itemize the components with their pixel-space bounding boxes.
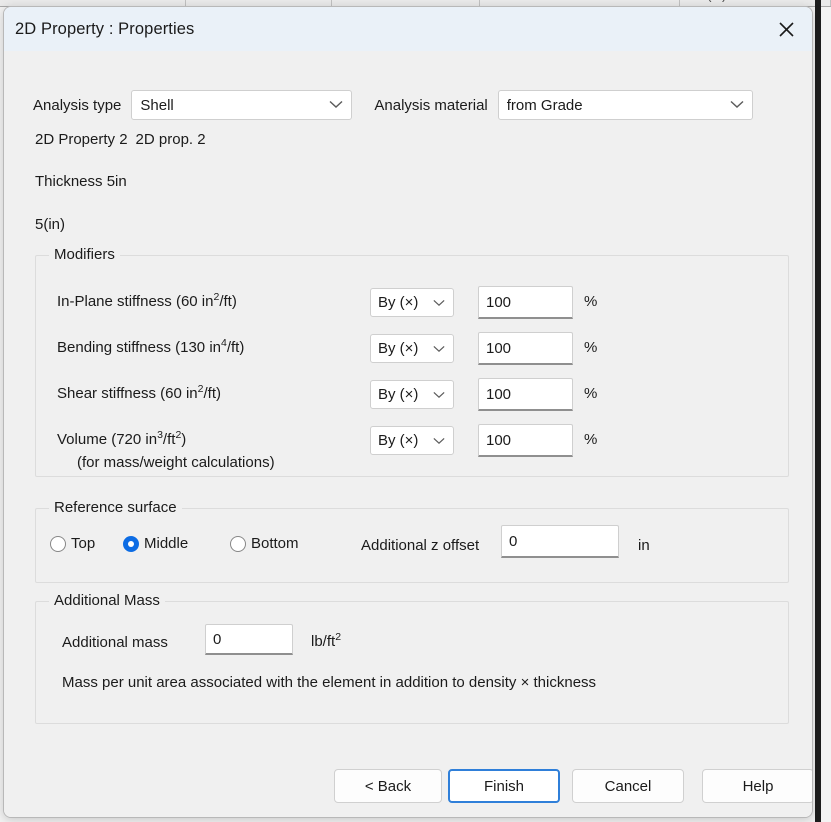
radio-icon bbox=[50, 535, 66, 552]
modifier-mode-select-shear[interactable]: By (×) bbox=[370, 380, 454, 409]
window-right-edge bbox=[815, 0, 821, 822]
radio-reference-middle[interactable]: Middle bbox=[123, 535, 188, 552]
additional-mass-group-title: Additional Mass bbox=[49, 592, 165, 609]
reference-surface-group: Reference surface Top Middle Bottom Addi… bbox=[35, 499, 789, 583]
additional-mass-group: Additional Mass Additional mass lb/ft2 M… bbox=[35, 592, 789, 724]
radio-label: Top bbox=[71, 535, 96, 552]
z-offset-unit: in bbox=[638, 537, 650, 554]
modifier-mode-select-volume[interactable]: By (×) bbox=[370, 426, 454, 455]
additional-mass-input[interactable] bbox=[205, 624, 293, 655]
z-offset-input-wrap bbox=[501, 525, 619, 558]
property-description: 2D prop. 2 bbox=[135, 131, 206, 148]
modifier-mode-combo-wrap: By (×) bbox=[370, 426, 454, 455]
modifier-value-input-volume[interactable] bbox=[478, 424, 573, 457]
modifier-label: In-Plane stiffness (60 in2/ft) bbox=[57, 291, 237, 310]
additional-mass-label: Additional mass bbox=[62, 634, 168, 651]
dialog-body: Analysis type Shell Analysis material fr… bbox=[4, 51, 812, 817]
radio-label: Bottom bbox=[251, 535, 299, 552]
thickness-line: Thickness 5in bbox=[35, 173, 127, 190]
modifier-input-wrap bbox=[478, 332, 573, 365]
modifier-mode-combo-wrap: By (×) bbox=[370, 334, 454, 363]
modifier-row-inplane: In-Plane stiffness (60 in2/ft) By (×) % bbox=[36, 286, 788, 320]
property-dialog: 2D Property : Properties Analysis type S… bbox=[3, 6, 813, 818]
modifier-label: Volume (720 in3/ft2) bbox=[57, 429, 187, 448]
modifier-unit: % bbox=[584, 293, 598, 310]
modifier-unit: % bbox=[584, 385, 598, 402]
modifier-input-wrap bbox=[478, 286, 573, 319]
z-offset-input[interactable] bbox=[501, 525, 619, 558]
modifier-value-input-shear[interactable] bbox=[478, 378, 573, 411]
modifiers-group: Modifiers In-Plane stiffness (60 in2/ft)… bbox=[35, 246, 789, 477]
reference-surface-row: Top Middle Bottom Additional z offset in bbox=[36, 509, 788, 582]
radio-reference-bottom[interactable]: Bottom bbox=[230, 535, 299, 552]
radio-icon bbox=[230, 535, 246, 552]
modifier-row-shear: Shear stiffness (60 in2/ft) By (×) % bbox=[36, 378, 788, 412]
additional-mass-unit: lb/ft2 bbox=[311, 631, 342, 650]
modifier-row-volume: Volume (720 in3/ft2) (for mass/weight ca… bbox=[36, 424, 788, 471]
close-icon[interactable] bbox=[760, 7, 812, 51]
dialog-footer: < Back Finish Cancel Help bbox=[4, 769, 812, 803]
modifier-label: Shear stiffness (60 in2/ft) bbox=[57, 383, 221, 402]
modifier-sublabel: (for mass/weight calculations) bbox=[77, 454, 275, 471]
modifier-value-input-bending[interactable] bbox=[478, 332, 573, 365]
dialog-title: 2D Property : Properties bbox=[15, 19, 195, 38]
analysis-material-combo-wrap: from Grade bbox=[497, 90, 753, 120]
additional-mass-input-wrap bbox=[205, 624, 293, 655]
finish-button[interactable]: Finish bbox=[448, 769, 560, 803]
analysis-type-combo-wrap: Shell bbox=[131, 90, 353, 120]
radio-label: Middle bbox=[144, 535, 189, 552]
property-name: 2D Property 2 bbox=[35, 131, 128, 148]
modifier-input-wrap bbox=[478, 424, 573, 457]
back-button[interactable]: < Back bbox=[334, 769, 442, 803]
modifier-mode-select-bending[interactable]: By (×) bbox=[370, 334, 454, 363]
z-offset-label: Additional z offset bbox=[361, 537, 480, 554]
analysis-material-select[interactable]: from Grade bbox=[497, 90, 753, 120]
thickness-value: 5(in) bbox=[35, 216, 66, 233]
analysis-material-label: Analysis material bbox=[374, 96, 488, 114]
modifier-label: Bending stiffness (130 in4/ft) bbox=[57, 337, 245, 356]
modifier-mode-combo-wrap: By (×) bbox=[370, 288, 454, 317]
dialog-titlebar: 2D Property : Properties bbox=[4, 7, 812, 51]
modifier-mode-select-inplane[interactable]: By (×) bbox=[370, 288, 454, 317]
radio-reference-top[interactable]: Top bbox=[50, 535, 95, 552]
analysis-type-label: Analysis type bbox=[33, 96, 122, 114]
cancel-button[interactable]: Cancel bbox=[572, 769, 684, 803]
modifier-row-bending: Bending stiffness (130 in4/ft) By (×) % bbox=[36, 332, 788, 366]
modifiers-group-title: Modifiers bbox=[49, 246, 120, 263]
modifier-unit: % bbox=[584, 431, 598, 448]
modifier-unit: % bbox=[584, 339, 598, 356]
analysis-type-select[interactable]: Shell bbox=[131, 90, 353, 120]
modifier-mode-combo-wrap: By (×) bbox=[370, 380, 454, 409]
modifier-value-input-inplane[interactable] bbox=[478, 286, 573, 319]
additional-mass-note: Mass per unit area associated with the e… bbox=[62, 674, 597, 691]
analysis-row: Analysis type Shell Analysis material fr… bbox=[33, 90, 753, 120]
help-button[interactable]: Help bbox=[702, 769, 812, 803]
radio-icon-selected bbox=[123, 535, 139, 552]
modifier-input-wrap bbox=[478, 378, 573, 411]
property-identity-line: 2D Property 2 2D prop. 2 bbox=[35, 131, 206, 148]
